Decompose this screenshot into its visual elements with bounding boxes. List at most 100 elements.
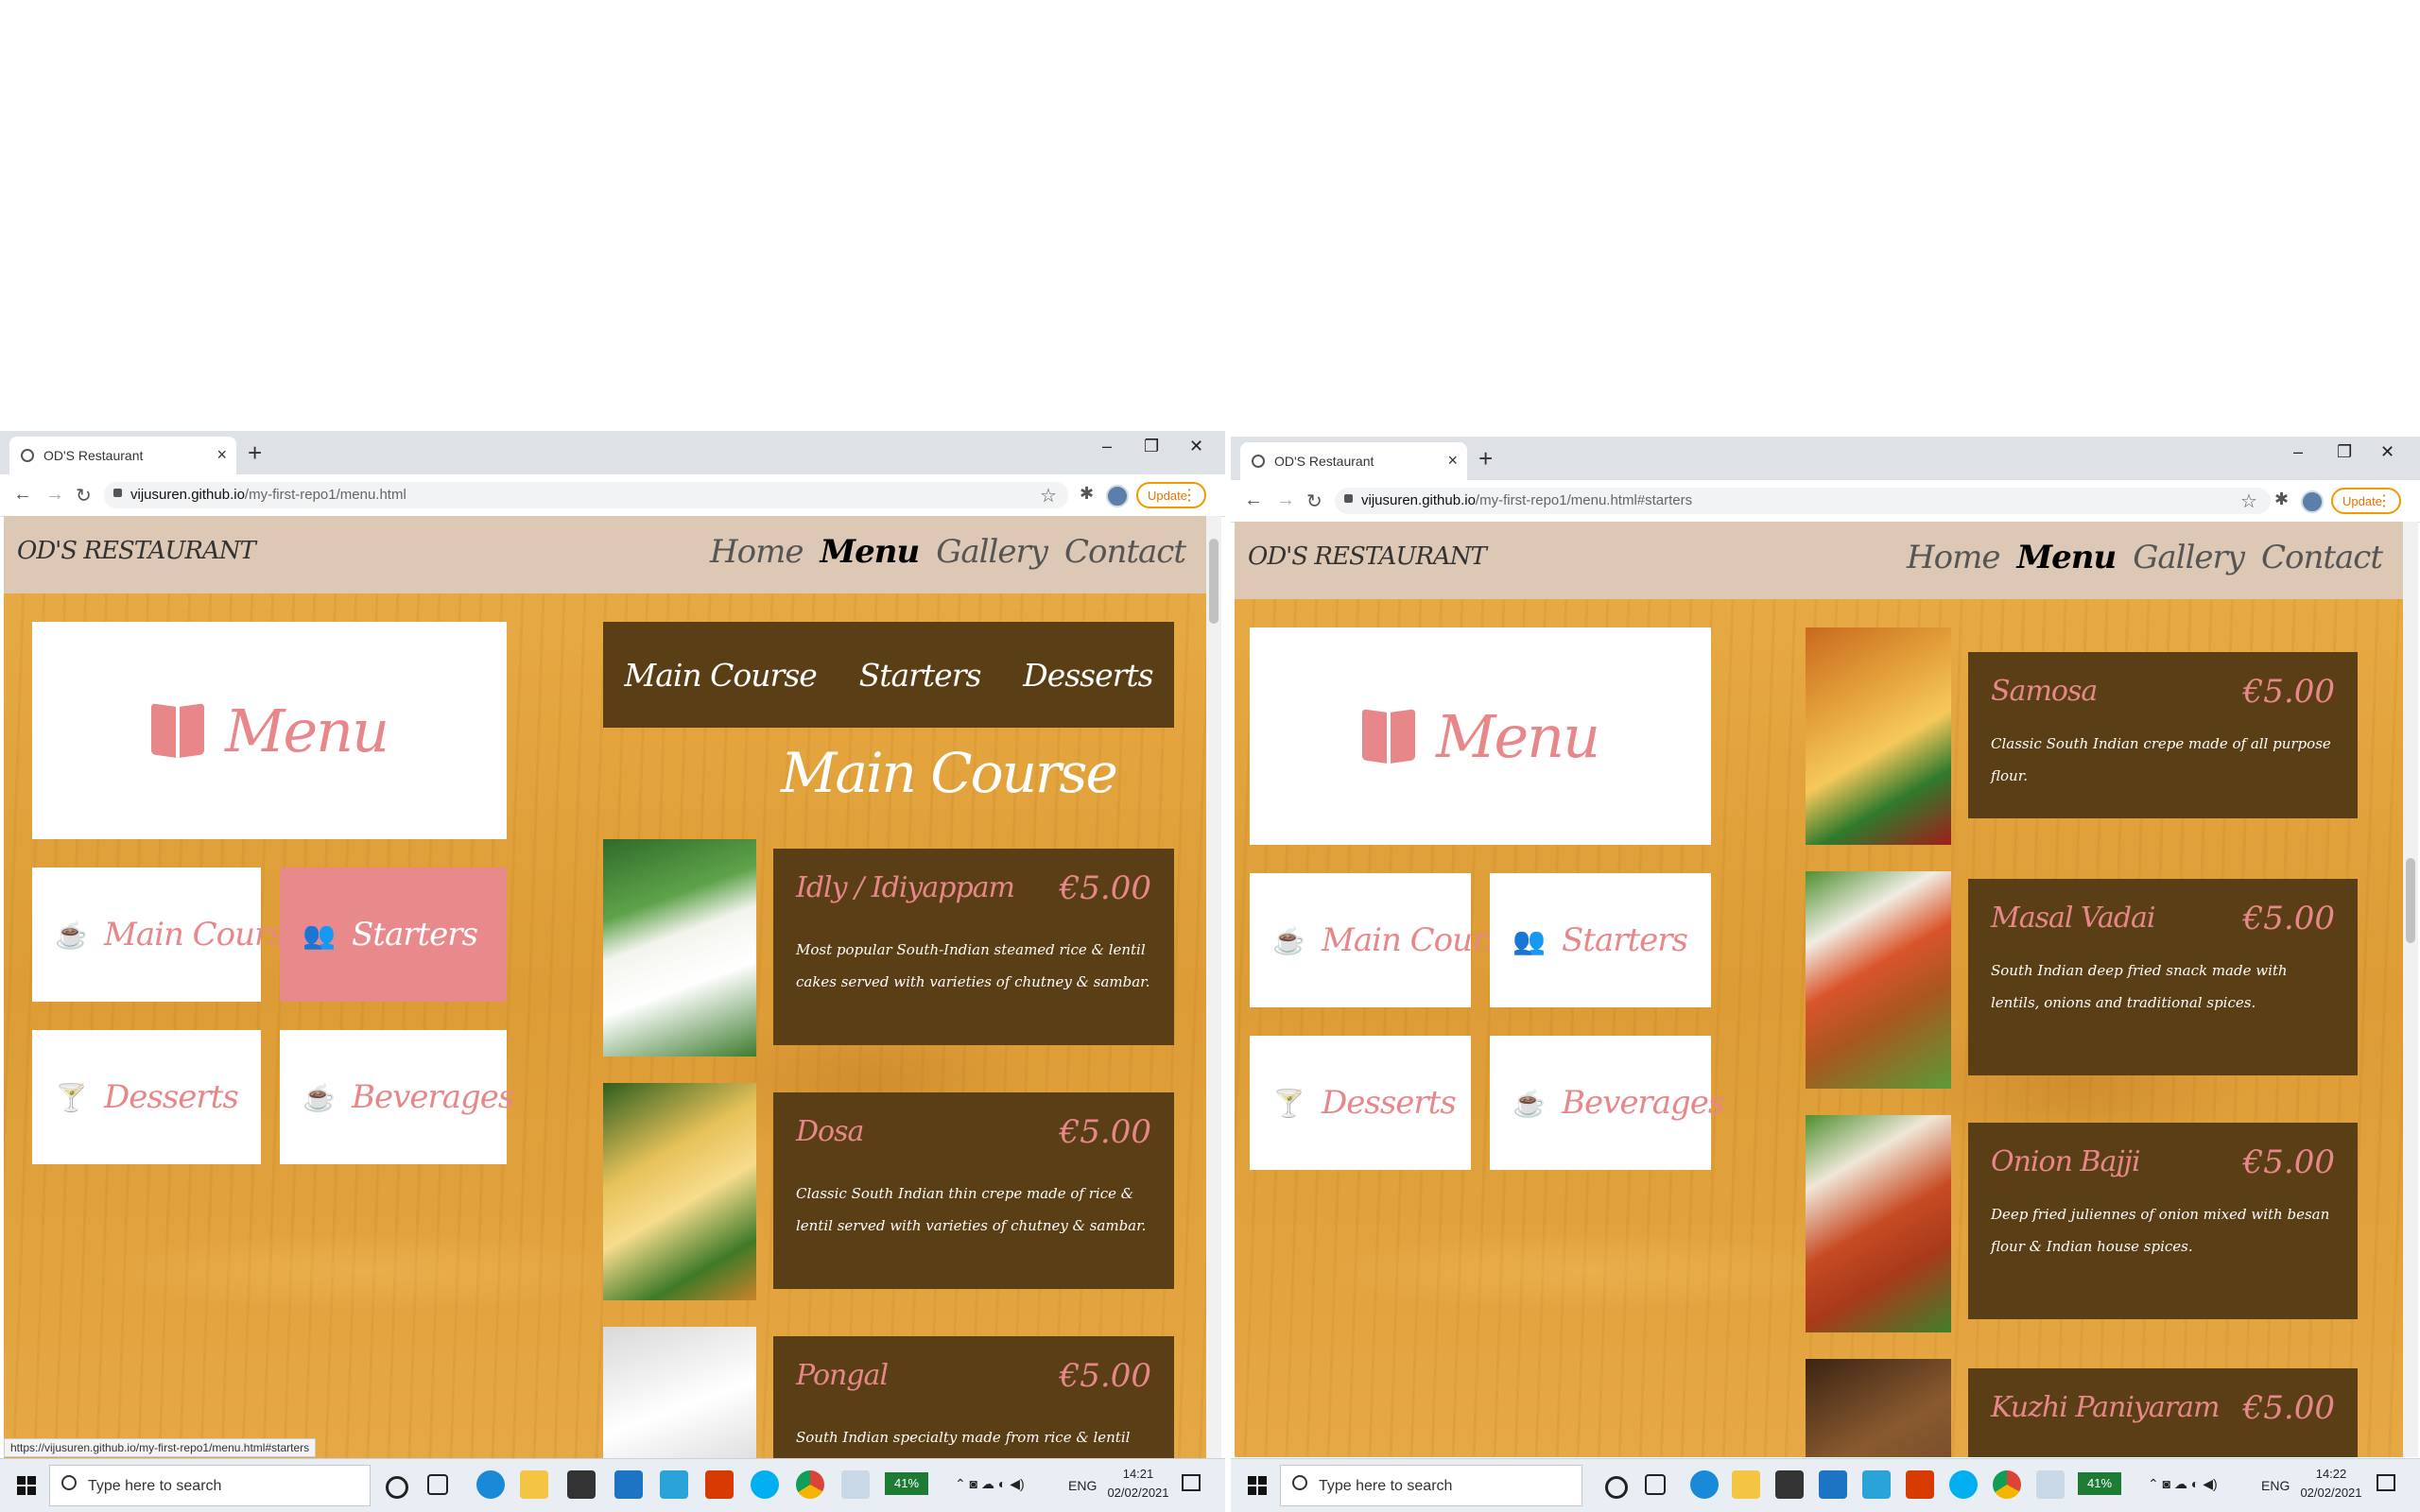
back-icon[interactable]: ← [13,484,32,506]
taskbar-clock[interactable]: 14:21 02/02/2021 [1100,1465,1176,1503]
language-indicator[interactable]: ENG [2261,1478,2290,1493]
windows-start-icon[interactable] [17,1476,36,1495]
dish-image [603,839,756,1057]
bookmark-star-icon[interactable]: ☆ [2240,490,2257,513]
notification-icon[interactable] [2377,1474,2395,1491]
tab-main-course[interactable]: Main Course [624,657,817,694]
coffee-cup-icon: ☕ [55,919,88,950]
category-main-course[interactable]: ☕ Main Course [32,868,303,1002]
tab-desserts[interactable]: Desserts [1023,657,1153,694]
address-bar[interactable]: vijusuren.github.io/my-first-repo1/menu.… [1335,488,2271,514]
nav-gallery[interactable]: Gallery [936,533,1048,571]
file-explorer-icon[interactable] [520,1470,548,1499]
app-l-icon[interactable] [1862,1470,1891,1499]
file-explorer-icon[interactable] [1732,1470,1760,1499]
task-view-icon[interactable] [1645,1474,1666,1495]
category-main-course[interactable]: ☕ Main Course [1250,873,1521,1007]
browser-tab[interactable]: OD'S Restaurant × [1240,442,1467,480]
category-desserts[interactable]: 🍸 Desserts [1250,1036,1471,1170]
update-button[interactable]: Update [1136,482,1206,508]
nav-gallery[interactable]: Gallery [2133,539,2245,576]
close-window-icon[interactable]: ✕ [1189,437,1203,456]
category-desserts[interactable]: 🍸 Desserts [32,1030,261,1164]
book-icon [1362,711,1415,762]
category-starters[interactable]: 👥 Starters [1490,873,1711,1007]
office-icon[interactable] [1906,1470,1934,1499]
address-bar[interactable]: vijusuren.github.io/my-first-repo1/menu.… [104,482,1068,508]
cortana-icon[interactable] [386,1476,408,1499]
scrollbar-thumb[interactable] [1209,539,1219,624]
edge-icon[interactable] [476,1470,505,1499]
office-icon[interactable] [705,1470,734,1499]
taskbar-search[interactable]: Type here to search [1280,1465,1582,1506]
system-tray-icons[interactable]: ⌃ ◙ ☁ ◐ ◀) [2148,1476,2218,1492]
store-icon[interactable] [1775,1470,1804,1499]
app-l-icon[interactable] [660,1470,688,1499]
restore-icon[interactable]: ❐ [2337,442,2352,462]
store-icon[interactable] [567,1470,596,1499]
dish-card: Samosa €5.00 Classic South Indian crepe … [1968,652,2358,818]
dish-name: Pongal [796,1359,889,1392]
page-scrollbar[interactable] [1206,516,1221,1459]
close-tab-icon[interactable]: × [1447,451,1458,471]
category-beverages[interactable]: ☕ Beverages [280,1030,514,1164]
search-icon [1292,1475,1307,1490]
globe-icon [21,449,34,462]
profile-avatar[interactable] [1106,485,1129,507]
nav-menu[interactable]: Menu [2016,539,2117,576]
taskbar-search[interactable]: Type here to search [49,1465,371,1506]
windows-start-icon[interactable] [1248,1476,1267,1495]
taskbar-clock[interactable]: 14:22 02/02/2021 [2293,1465,2369,1503]
mail-icon[interactable] [614,1470,643,1499]
nav-menu[interactable]: Menu [820,533,920,571]
minimize-icon[interactable]: – [2293,442,2303,462]
scrollbar-thumb[interactable] [2406,858,2415,943]
nav-home[interactable]: Home [710,533,804,571]
forward-icon[interactable]: → [1276,490,1295,511]
chrome-icon[interactable] [796,1470,824,1499]
paint-icon[interactable] [841,1470,870,1499]
minimize-icon[interactable]: – [1102,437,1112,456]
dish-card: Idly / Idiyappam €5.00 Most popular Sout… [773,849,1174,1045]
bookmark-star-icon[interactable]: ☆ [1040,484,1057,507]
reload-icon[interactable]: ↻ [1306,490,1322,513]
browser-tab[interactable]: OD'S Restaurant × [9,437,236,474]
site-brand[interactable]: OD'S RESTAURANT [17,537,256,565]
new-tab-icon[interactable]: + [1478,444,1493,473]
group-icon: 👥 [1512,925,1546,955]
update-button[interactable]: Update [2331,488,2401,514]
tab-starters[interactable]: Starters [859,657,982,694]
notification-icon[interactable] [1182,1474,1201,1491]
book-icon [151,705,204,756]
page-scrollbar[interactable] [2403,522,2418,1457]
reload-icon[interactable]: ↻ [76,484,92,507]
language-indicator[interactable]: ENG [1068,1478,1097,1493]
nav-home[interactable]: Home [1907,539,2000,576]
profile-avatar[interactable] [2301,490,2324,513]
close-window-icon[interactable]: ✕ [2380,442,2394,462]
new-tab-icon[interactable]: + [248,438,262,468]
nav-contact[interactable]: Contact [2261,539,2383,576]
back-icon[interactable]: ← [1244,490,1263,511]
close-tab-icon[interactable]: × [216,445,227,465]
restore-icon[interactable]: ❐ [1144,437,1159,456]
task-view-icon[interactable] [427,1474,448,1495]
extensions-icon[interactable]: ✱ [1080,484,1094,504]
category-starters[interactable]: 👥 Starters [280,868,507,1002]
url-domain: vijusuren.github.io [1361,492,1476,508]
extensions-icon[interactable]: ✱ [2274,490,2289,509]
skype-icon[interactable] [1949,1470,1978,1499]
forward-icon[interactable]: → [45,484,64,506]
battery-badge[interactable]: 41% [885,1472,928,1495]
battery-badge[interactable]: 41% [2078,1472,2121,1495]
category-beverages[interactable]: ☕ Beverages [1490,1036,1724,1170]
nav-contact[interactable]: Contact [1064,533,1186,571]
skype-icon[interactable] [751,1470,779,1499]
edge-icon[interactable] [1690,1470,1719,1499]
cortana-icon[interactable] [1605,1476,1628,1499]
system-tray-icons[interactable]: ⌃ ◙ ☁ ◐ ◀) [955,1476,1025,1492]
paint-icon[interactable] [2036,1470,2065,1499]
mail-icon[interactable] [1819,1470,1847,1499]
site-brand[interactable]: OD'S RESTAURANT [1248,542,1487,571]
chrome-icon[interactable] [1993,1470,2021,1499]
